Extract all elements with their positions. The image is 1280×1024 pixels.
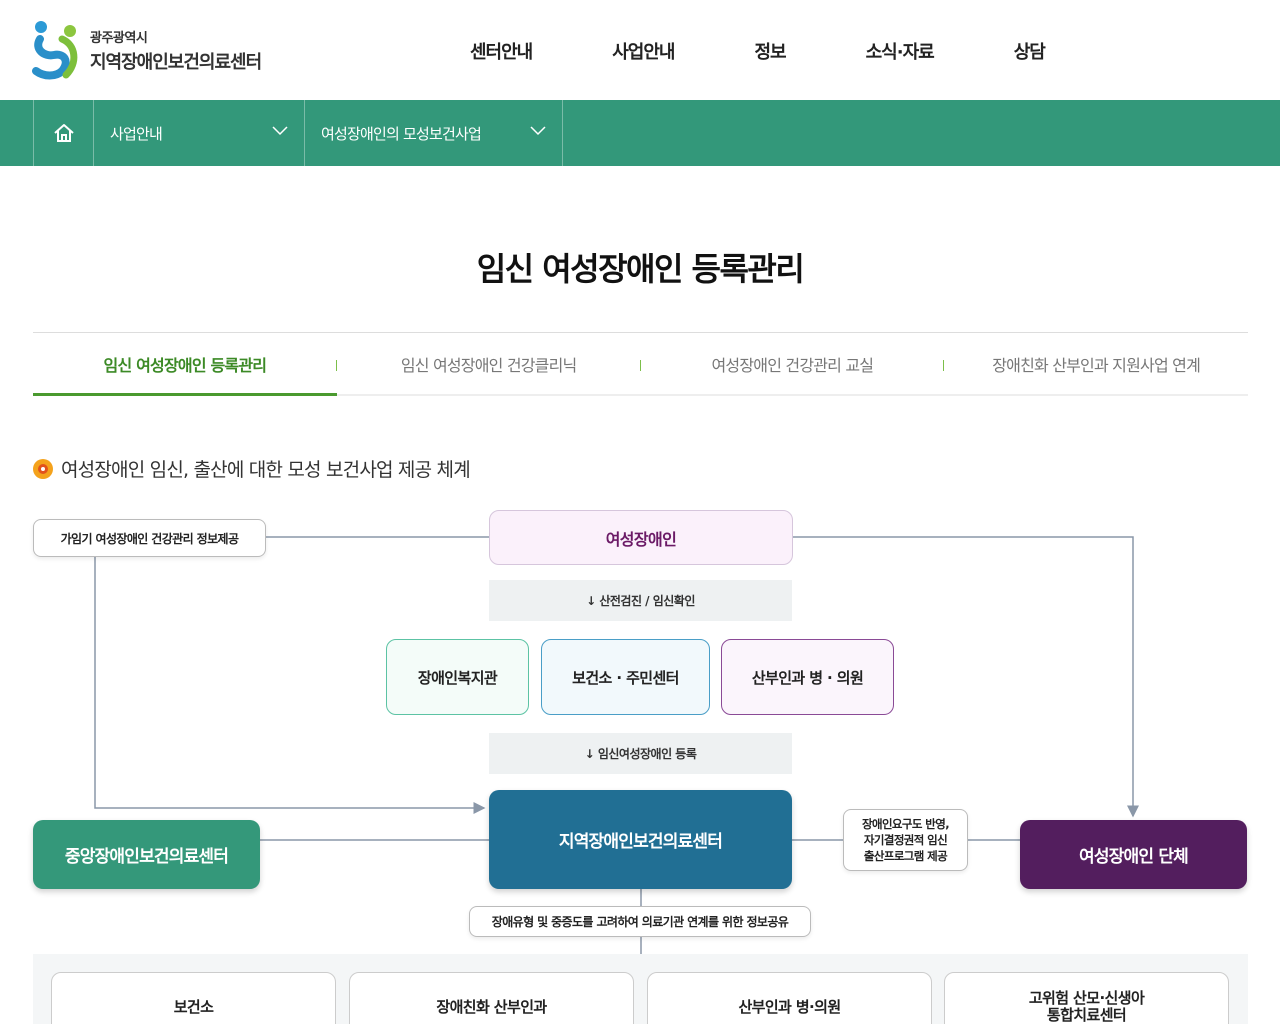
info-sharing-label: 장애유형 및 중증도를 고려하여 의료기관 연계를 위한 정보공유 xyxy=(469,906,811,937)
program-label-line: 자기결정권적 임신 xyxy=(863,833,948,847)
program-label-line: 출산프로그램 제공 xyxy=(863,849,948,863)
card-label-line: 통합치료센터 xyxy=(1046,1006,1127,1024)
step-prenatal-check: ↓ 산전검진 / 임신확인 xyxy=(489,580,792,621)
women-with-disabilities-box: 여성장애인 xyxy=(489,510,793,565)
program-label-line: 장애인요구도 반영, xyxy=(861,817,950,831)
friendly-obgyn-card: 장애친화 산부인과 xyxy=(349,972,634,1024)
step-registration: ↓ 임신여성장애인 등록 xyxy=(489,733,792,774)
women-org-box: 여성장애인 단체 xyxy=(1020,820,1247,889)
program-provision-label: 장애인요구도 반영, 자기결정권적 임신 출산프로그램 제공 xyxy=(843,809,968,871)
central-center-box: 중앙장애인보건의료센터 xyxy=(33,820,260,889)
obgyn-clinic-box: 산부인과 병 · 의원 xyxy=(721,639,894,715)
welfare-center-box: 장애인복지관 xyxy=(386,639,529,715)
obgyn-hospital-card: 산부인과 병·의원 xyxy=(647,972,932,1024)
regional-center-box: 지역장애인보건의료센터 xyxy=(489,790,792,889)
card-label-line: 고위험 산모·신생아 xyxy=(1028,989,1145,1007)
high-risk-center-card: 고위험 산모·신생아 통합치료센터 xyxy=(944,972,1229,1024)
health-center-box: 보건소 · 주민센터 xyxy=(541,639,710,715)
public-health-center-card: 보건소 xyxy=(51,972,336,1024)
info-provision-label: 가임기 여성장애인 건강관리 정보제공 xyxy=(33,519,266,557)
